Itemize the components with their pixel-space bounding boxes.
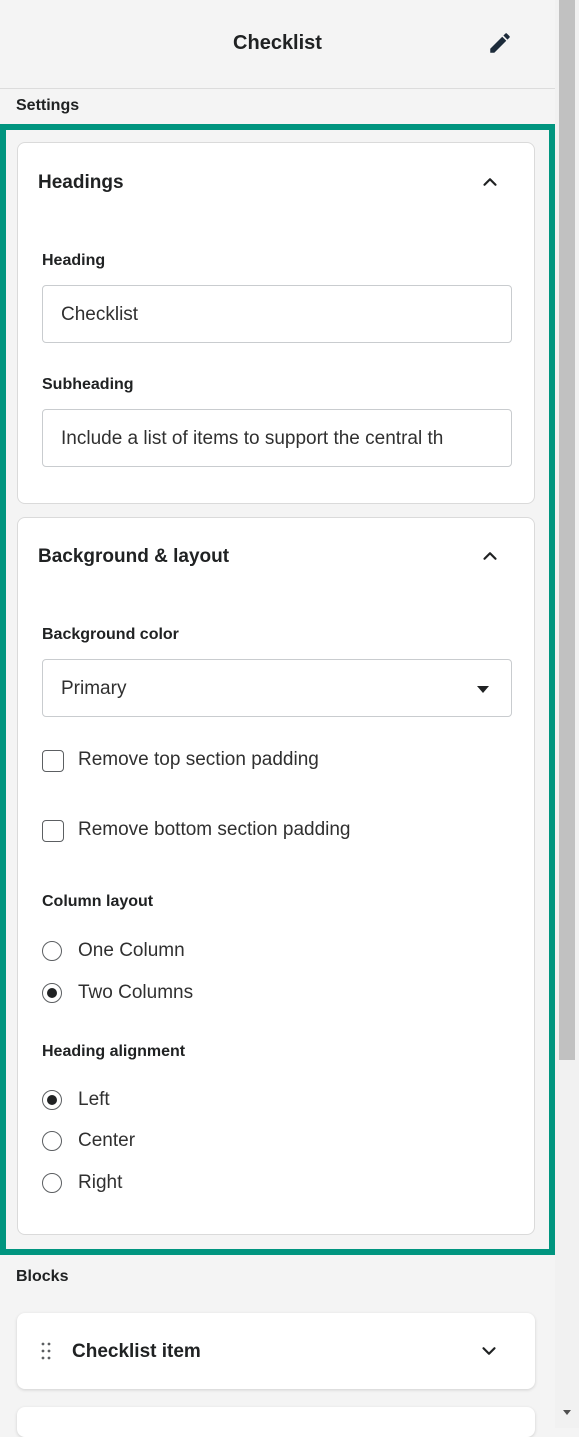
- heading-alignment-label: Heading alignment: [42, 1043, 186, 1060]
- headings-card: Headings Heading Checklist Subheading In…: [17, 142, 535, 504]
- radio-two-columns-label: Two Columns: [78, 982, 194, 1003]
- remove-top-padding-checkbox[interactable]: [42, 750, 64, 772]
- scrollbar[interactable]: [555, 0, 579, 1428]
- remove-top-padding-label: Remove top section padding: [78, 749, 319, 770]
- radio-button[interactable]: [42, 941, 62, 961]
- settings-label: Settings: [16, 97, 80, 114]
- radio-button[interactable]: [42, 1173, 62, 1193]
- heading-label: Heading: [42, 252, 106, 269]
- remove-bottom-padding-label: Remove bottom section padding: [78, 819, 351, 840]
- radio-button-selected[interactable]: [42, 983, 62, 1003]
- subheading-label: Subheading: [42, 376, 134, 393]
- headings-card-title: Headings: [38, 172, 124, 193]
- radio-button-selected[interactable]: [42, 1090, 62, 1110]
- background-layout-card: Background & layout Background color Pri…: [17, 517, 535, 1235]
- pencil-icon[interactable]: [487, 30, 513, 56]
- column-layout-label: Column layout: [42, 893, 154, 910]
- radio-button[interactable]: [42, 1131, 62, 1151]
- panel-title: Checklist: [233, 32, 322, 54]
- blocks-label: Blocks: [16, 1268, 69, 1285]
- background-color-select[interactable]: Primary: [42, 659, 512, 717]
- radio-one-column-label: One Column: [78, 940, 185, 961]
- scroll-down-arrow-icon[interactable]: [563, 1410, 571, 1415]
- chevron-up-icon[interactable]: [479, 171, 501, 193]
- radio-center-label: Center: [78, 1130, 136, 1151]
- background-color-label: Background color: [42, 626, 179, 643]
- drag-handle-icon[interactable]: [41, 1341, 51, 1361]
- block-item-partial[interactable]: [17, 1407, 535, 1437]
- chevron-up-icon[interactable]: [479, 545, 501, 567]
- scrollbar-thumb[interactable]: [559, 0, 575, 1060]
- background-layout-card-title: Background & layout: [38, 546, 230, 567]
- subheading-input-value: Include a list of items to support the c…: [61, 428, 444, 449]
- subheading-input[interactable]: Include a list of items to support the c…: [42, 409, 512, 467]
- heading-input-value: Checklist: [61, 304, 139, 325]
- block-item-checklist[interactable]: Checklist item: [17, 1313, 535, 1389]
- background-color-value: Primary: [61, 678, 127, 699]
- caret-down-icon: [477, 686, 489, 693]
- remove-bottom-padding-checkbox[interactable]: [42, 820, 64, 842]
- block-item-label: Checklist item: [72, 1341, 201, 1362]
- panel-header: Checklist: [0, 0, 555, 89]
- radio-right-label: Right: [78, 1172, 123, 1193]
- heading-input[interactable]: Checklist: [42, 285, 512, 343]
- chevron-down-icon[interactable]: [478, 1340, 500, 1362]
- radio-left-label: Left: [78, 1089, 110, 1110]
